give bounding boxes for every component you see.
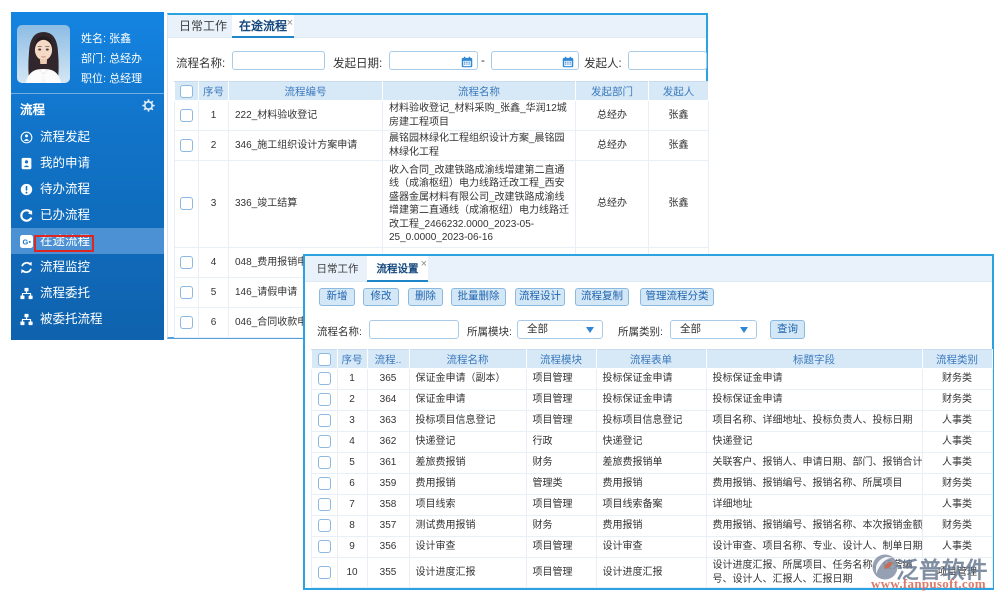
svg-text:G: G: [22, 237, 28, 246]
